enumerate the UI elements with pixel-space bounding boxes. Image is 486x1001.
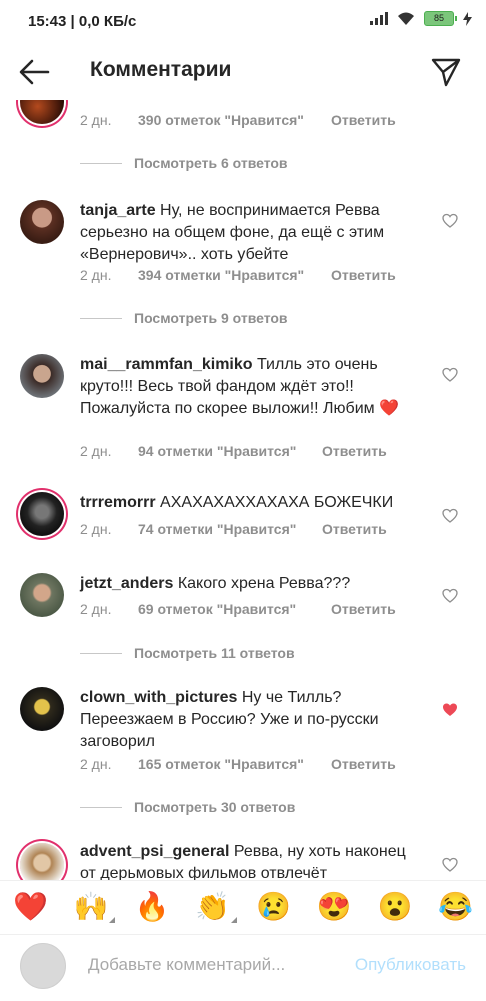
like-count[interactable]: 394 отметки "Нравится"	[138, 267, 331, 283]
comment-time: 2 дн.	[80, 756, 112, 772]
replies-divider	[80, 162, 122, 164]
comment-time: 2 дн.	[80, 112, 112, 128]
heart-eyes-emoji[interactable]: 😍	[314, 890, 354, 923]
view-replies-label: Посмотреть 11 ответов	[134, 645, 295, 661]
username[interactable]: mai__rammfan_kimiko	[80, 356, 253, 373]
status-bar: 15:43 | 0,0 КБ/с 85	[0, 0, 486, 42]
page-title: Комментарии	[90, 58, 232, 81]
like-count[interactable]: 165 отметок "Нравится"	[138, 756, 331, 772]
comment-text: clown_with_pictures Ну че Тилль? Переезж…	[80, 687, 425, 753]
avatar[interactable]	[20, 200, 64, 244]
reply-button[interactable]: Ответить	[331, 601, 396, 617]
username[interactable]: jetzt_anders	[80, 575, 173, 592]
comments-feed[interactable]: 2 дн. 390 отметок "Нравится" Ответить По…	[0, 100, 486, 880]
comment-text: tanja_arte Ну, не воспринимается Ревва с…	[80, 200, 425, 266]
like-count[interactable]: 69 отметок "Нравится"	[138, 601, 331, 617]
back-arrow-icon[interactable]	[18, 57, 50, 87]
comment-time: 2 дн.	[80, 443, 112, 459]
view-replies-label: Посмотреть 30 ответов	[134, 799, 296, 815]
reply-button[interactable]: Ответить	[322, 443, 387, 459]
reply-button[interactable]: Ответить	[331, 756, 396, 772]
comment-input[interactable]: Добавьте комментарий...	[88, 955, 285, 975]
comment-meta: 2 дн. 390 отметок "Нравится" Ответить	[80, 112, 396, 128]
comment-time: 2 дн.	[80, 267, 112, 283]
view-replies-link[interactable]: Посмотреть 11 ответов	[80, 643, 295, 663]
heart-outline-icon[interactable]	[442, 857, 458, 873]
replies-divider	[80, 317, 122, 319]
header: Комментарии	[0, 44, 486, 100]
status-time: 15:43 | 0,0 КБ/с	[28, 13, 137, 30]
comment-text: advent_psi_general Ревва, ну хоть наконе…	[80, 841, 425, 880]
view-replies-link[interactable]: Посмотреть 6 ответов	[80, 153, 288, 173]
comment-time: 2 дн.	[80, 601, 112, 617]
clapping-hands-emoji[interactable]: 👏	[193, 890, 237, 923]
comment-meta: 2 дн. 69 отметок "Нравится" Ответить	[80, 601, 396, 617]
fire-emoji[interactable]: 🔥	[132, 890, 172, 923]
direct-send-icon[interactable]	[430, 56, 462, 88]
comment-text: jetzt_anders Какого хрена Ревва???	[80, 573, 425, 595]
replies-divider	[80, 652, 122, 654]
battery-icon: 85	[424, 11, 457, 26]
like-count[interactable]: 74 отметки "Нравится"	[138, 521, 322, 537]
comment-meta: 2 дн. 165 отметок "Нравится" Ответить	[80, 756, 396, 772]
reply-button[interactable]: Ответить	[322, 521, 387, 537]
username[interactable]: trrremorrr	[80, 494, 156, 511]
comment-time: 2 дн.	[80, 521, 112, 537]
comment-composer: Добавьте комментарий... Опубликовать	[0, 934, 486, 1001]
replies-divider	[80, 806, 122, 808]
heart-outline-icon[interactable]	[442, 588, 458, 604]
heart-filled-icon[interactable]	[442, 702, 458, 718]
comment-meta: 2 дн. 394 отметки "Нравится" Ответить	[80, 267, 396, 283]
charging-icon	[463, 11, 472, 26]
avatar[interactable]	[20, 687, 64, 731]
wifi-icon	[398, 12, 414, 25]
raising-hands-emoji[interactable]: 🙌	[71, 890, 116, 923]
comment-meta: 2 дн. 94 отметки "Нравится" Ответить	[80, 443, 387, 459]
reply-button[interactable]: Ответить	[331, 112, 396, 128]
status-icons: 85	[370, 11, 472, 26]
surprised-face-emoji[interactable]: 😮	[375, 890, 415, 923]
avatar[interactable]	[20, 573, 64, 617]
heart-outline-icon[interactable]	[442, 213, 458, 229]
avatar[interactable]	[20, 100, 64, 124]
username[interactable]: clown_with_pictures	[80, 689, 237, 706]
comment-meta: 2 дн. 74 отметки "Нравится" Ответить	[80, 521, 387, 537]
view-replies-link[interactable]: Посмотреть 30 ответов	[80, 797, 295, 817]
username[interactable]: tanja_arte	[80, 202, 156, 219]
signal-icon	[370, 12, 388, 25]
avatar[interactable]	[20, 492, 64, 536]
tears-of-joy-emoji[interactable]: 😂	[436, 890, 476, 923]
publish-button[interactable]: Опубликовать	[355, 955, 466, 975]
avatar[interactable]	[20, 354, 64, 398]
comment-text: mai__rammfan_kimiko Тилль это очень крут…	[80, 354, 425, 420]
heart-outline-icon[interactable]	[442, 367, 458, 383]
view-replies-label: Посмотреть 9 ответов	[134, 310, 288, 326]
view-replies-link[interactable]: Посмотреть 9 ответов	[80, 308, 288, 328]
like-count[interactable]: 390 отметок "Нравится"	[138, 112, 331, 128]
comment-body: АХАХАХАХХАХАХА БОЖЕЧКИ	[160, 494, 394, 511]
comment-text: trrremorrr АХАХАХАХХАХАХА БОЖЕЧКИ	[80, 492, 425, 514]
avatar[interactable]	[20, 843, 64, 880]
username[interactable]: advent_psi_general	[80, 843, 229, 860]
crying-face-emoji[interactable]: 😢	[253, 890, 293, 923]
comment-body: Какого хрена Ревва???	[177, 575, 351, 592]
like-count[interactable]: 94 отметки "Нравится"	[138, 443, 322, 459]
my-avatar	[20, 943, 66, 989]
emoji-bar: ❤️ 🙌 🔥 👏 😢 😍 😮 😂	[0, 880, 486, 931]
view-replies-label: Посмотреть 6 ответов	[134, 155, 288, 171]
reply-button[interactable]: Ответить	[331, 267, 396, 283]
red-heart-emoji[interactable]: ❤️	[10, 890, 50, 923]
heart-outline-icon[interactable]	[442, 508, 458, 524]
